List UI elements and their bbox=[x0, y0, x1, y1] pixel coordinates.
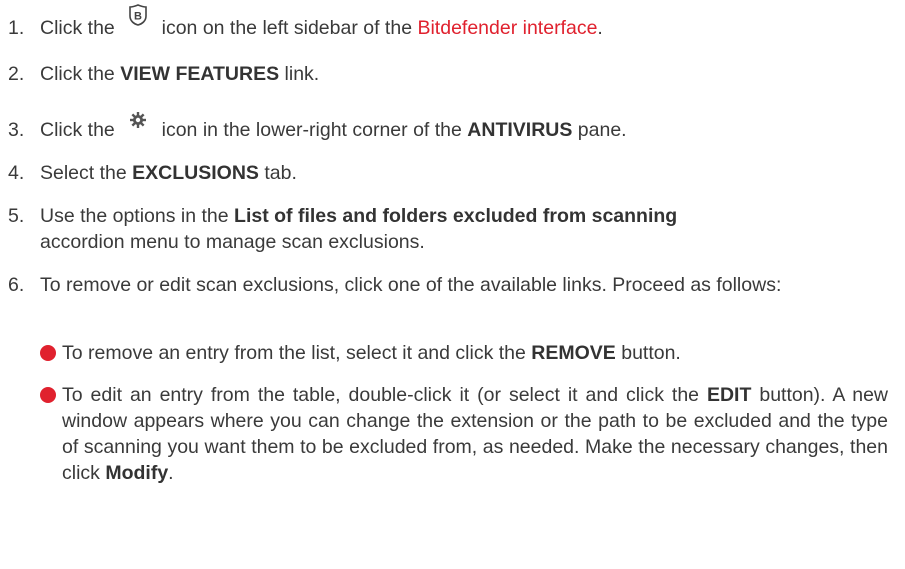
step-text: Select the bbox=[40, 162, 127, 184]
bullet-bold-text: Modify bbox=[105, 462, 169, 484]
step-number: 1. bbox=[8, 17, 25, 39]
gear-icon bbox=[130, 112, 147, 128]
step-bold-text: List of files and folders excluded from … bbox=[234, 205, 678, 227]
step-6: 6. To remove or edit scan exclusions, cli… bbox=[8, 272, 888, 298]
bullet-dot bbox=[40, 345, 56, 361]
bullet-text: To edit an entry from the table, double-… bbox=[62, 384, 700, 406]
step-text: Click the bbox=[40, 17, 115, 39]
step-bold-text: VIEW FEATURES bbox=[120, 63, 280, 85]
step-bold-text: EXCLUSIONS bbox=[132, 162, 259, 184]
step-text: To remove or edit scan exclusions, click… bbox=[40, 274, 782, 296]
bullet-list: To remove an entry from the list, select… bbox=[40, 340, 888, 486]
step-number: 5. bbox=[8, 205, 25, 227]
step-text: pane. bbox=[577, 119, 627, 141]
step-number: 4. bbox=[8, 162, 25, 184]
step-text: Click the bbox=[40, 63, 115, 85]
bullet-bold-text: REMOVE bbox=[531, 342, 616, 364]
svg-text:B: B bbox=[134, 11, 142, 23]
bitdefender-b-icon: B bbox=[129, 4, 148, 26]
step-bold-text: ANTIVIRUS bbox=[467, 119, 573, 141]
bitdefender-interface-link[interactable]: Bitdefender interface bbox=[417, 17, 597, 39]
bullet-text: button. bbox=[621, 342, 681, 364]
step-4: 4. Select the EXCLUSIONS tab. bbox=[8, 160, 888, 186]
step-text: icon in the lower-right corner of the bbox=[161, 119, 462, 141]
instruction-document: 1. Click the B icon on the left sidebar o… bbox=[0, 0, 905, 569]
step-text: accordion menu to manage scan exclusions… bbox=[40, 231, 425, 253]
step-number: 3. bbox=[8, 119, 25, 141]
bullet-dot bbox=[40, 387, 56, 403]
step-text: link. bbox=[284, 63, 320, 85]
step-5: 5. Use the options in the List of files a… bbox=[8, 203, 888, 255]
step-text: icon on the left sidebar of the bbox=[161, 17, 413, 39]
bullet-bold-text: EDIT bbox=[706, 384, 752, 406]
step-text: tab. bbox=[264, 162, 297, 184]
step-number: 2. bbox=[8, 63, 25, 85]
step-text: Click the bbox=[40, 119, 115, 141]
step-3: 3. Click the icon in the lower-right corn… bbox=[8, 112, 888, 143]
bullet-text: To remove an entry from the list, select… bbox=[62, 342, 526, 364]
step-2: 2. Click the VIEW FEATURES link. bbox=[8, 61, 888, 87]
step-text: Use the options in the bbox=[40, 205, 229, 227]
list-item: To remove an entry from the list, select… bbox=[40, 340, 888, 366]
step-number: 6. bbox=[8, 274, 25, 296]
step-1: 1. Click the B icon on the left sidebar o… bbox=[8, 4, 888, 41]
bullet-text: . bbox=[168, 462, 174, 484]
step-text: . bbox=[597, 17, 603, 39]
list-item: To edit an entry from the table, double-… bbox=[40, 382, 888, 486]
